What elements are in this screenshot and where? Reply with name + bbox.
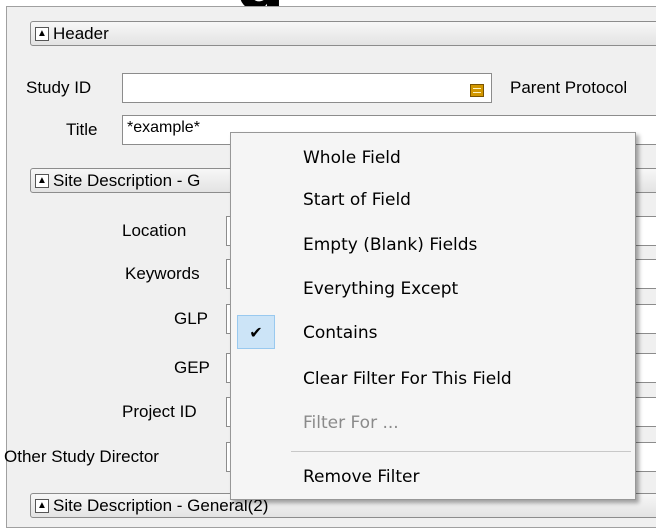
header-section-label: Header — [53, 23, 109, 43]
menu-item-whole-field[interactable]: Whole Field — [303, 148, 401, 168]
menu-item-filter-for: Filter For ... — [303, 413, 399, 433]
study-id-input[interactable] — [122, 73, 492, 103]
parent-protocol-label: Parent Protocol — [510, 78, 628, 97]
study-id-label: Study ID — [26, 78, 92, 97]
title-label: Title — [66, 120, 98, 139]
glp-label: GLP — [174, 309, 209, 328]
header-section-bar[interactable]: ▲ Header — [30, 21, 656, 46]
menu-item-contains[interactable]: Contains — [303, 323, 377, 343]
notes-icon[interactable] — [470, 84, 484, 97]
collapse-icon[interactable]: ▲ — [35, 498, 49, 513]
collapse-icon[interactable]: ▲ — [35, 26, 49, 41]
collapse-icon[interactable]: ▲ — [35, 173, 49, 188]
project-id-label: Project ID — [122, 402, 197, 421]
gep-label: GEP — [174, 358, 210, 377]
menu-separator — [291, 451, 631, 452]
menu-item-empty-fields[interactable]: Empty (Blank) Fields — [303, 235, 477, 255]
keywords-label: Keywords — [125, 264, 200, 283]
location-label: Location — [122, 221, 187, 240]
site-description-section-label: Site Description - G — [53, 170, 201, 190]
menu-item-clear-filter-field[interactable]: Clear Filter For This Field — [303, 369, 512, 389]
other-study-director-label: Other Study Director — [4, 447, 159, 466]
checkmark-icon: ✔ — [237, 315, 275, 349]
menu-item-start-of-field[interactable]: Start of Field — [303, 190, 411, 210]
filter-context-menu: Whole Field Start of Field Empty (Blank)… — [230, 132, 636, 500]
menu-item-everything-except[interactable]: Everything Except — [303, 279, 458, 299]
menu-item-remove-filter[interactable]: Remove Filter — [303, 467, 420, 487]
